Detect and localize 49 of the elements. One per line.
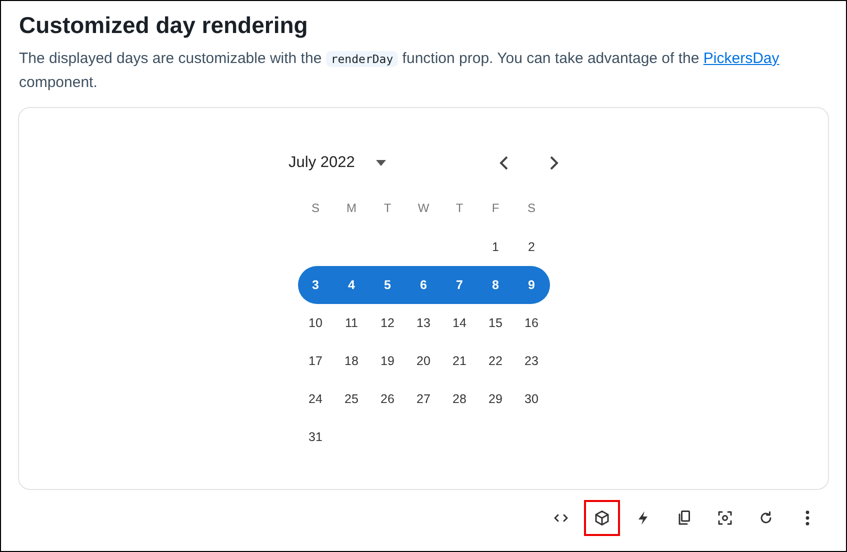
cube-button[interactable] (584, 500, 620, 536)
day-button[interactable]: 20 (406, 343, 442, 379)
day-button[interactable]: 15 (478, 305, 514, 341)
day-button[interactable]: 3 (298, 267, 334, 303)
day-button[interactable]: 27 (406, 381, 442, 417)
page-title: Customized day rendering (19, 11, 309, 40)
day-button[interactable]: 25 (334, 381, 370, 417)
day-button[interactable]: 4 (334, 267, 370, 303)
pickersday-link[interactable]: PickersDay (703, 50, 780, 67)
screenshot-icon (716, 509, 734, 527)
day-button[interactable]: 28 (442, 381, 478, 417)
day-button[interactable]: 10 (298, 305, 334, 341)
day-button[interactable]: 23 (514, 343, 550, 379)
day-button[interactable]: 1 (478, 229, 514, 265)
weekday-label: T (382, 200, 392, 217)
day-button[interactable]: 24 (298, 381, 334, 417)
dropdown-icon[interactable] (374, 159, 387, 167)
day-button[interactable]: 12 (370, 305, 406, 341)
more-icon (804, 510, 810, 526)
day-button[interactable]: 17 (298, 343, 334, 379)
previous-month-icon[interactable] (498, 156, 508, 170)
day-button[interactable]: 14 (442, 305, 478, 341)
weekday-label: S (310, 200, 320, 217)
day-button[interactable]: 30 (514, 381, 550, 417)
weekday-label: T (454, 200, 464, 217)
day-button[interactable]: 13 (406, 305, 442, 341)
day-button[interactable]: 19 (370, 343, 406, 379)
weekday-label: M (346, 200, 358, 217)
day-button[interactable]: 16 (514, 305, 550, 341)
day-button[interactable]: 5 (370, 267, 406, 303)
cube-icon (593, 509, 611, 527)
day-button[interactable]: 2 (514, 229, 550, 265)
weekday-label: S (526, 200, 536, 217)
day-button[interactable]: 21 (442, 343, 478, 379)
day-button[interactable]: 7 (442, 267, 478, 303)
description: The displayed days are customizable with the renderDay function prop. You can take advantage of the PickersDay component. (19, 49, 780, 93)
weekday-label: F (490, 200, 500, 217)
weekday-label: W (416, 200, 430, 217)
day-button[interactable]: 29 (478, 381, 514, 417)
day-button[interactable]: 8 (478, 267, 514, 303)
month-label: July 2022 (288, 153, 355, 174)
day-button[interactable]: 6 (406, 267, 442, 303)
day-button[interactable]: 26 (370, 381, 406, 417)
day-button[interactable]: 22 (478, 343, 514, 379)
day-button[interactable]: 11 (334, 305, 370, 341)
day-button[interactable]: 18 (334, 343, 370, 379)
next-month-icon[interactable] (548, 156, 558, 170)
day-button[interactable]: 31 (298, 419, 334, 455)
day-button[interactable]: 9 (514, 267, 550, 303)
